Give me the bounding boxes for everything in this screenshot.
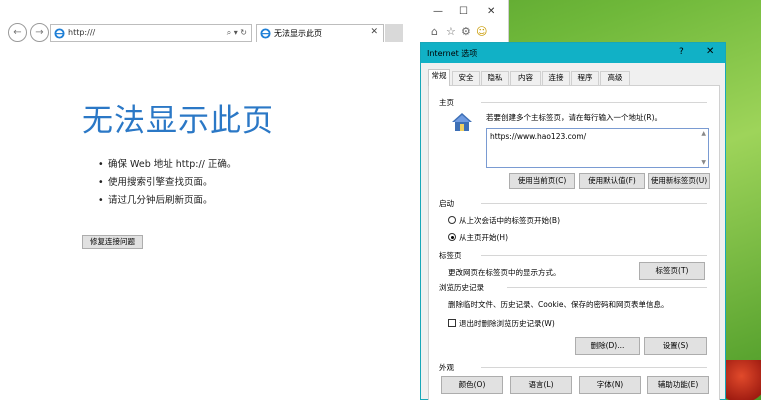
- tab-general[interactable]: 常规: [428, 69, 450, 86]
- tab-security[interactable]: 安全: [452, 71, 480, 85]
- forward-button[interactable]: →: [30, 23, 49, 42]
- address-url[interactable]: http:///: [68, 28, 95, 37]
- home-section-label: 主页: [439, 98, 454, 107]
- tabs-section-label: 标签页: [439, 251, 462, 260]
- gear-icon[interactable]: ⚙: [461, 25, 471, 38]
- delete-on-exit-label[interactable]: 退出时删除浏览历史记录(W): [459, 318, 555, 329]
- use-new-tab-button[interactable]: 使用新标签页(U): [648, 173, 710, 189]
- delete-on-exit-checkbox[interactable]: [448, 319, 456, 327]
- forward-arrow-icon: →: [35, 27, 44, 38]
- address-bar[interactable]: http:/// ⌕ ▾ ↻: [50, 24, 252, 42]
- fonts-button[interactable]: 字体(N): [579, 376, 641, 394]
- tab-programs[interactable]: 程序: [571, 71, 599, 85]
- divider: [481, 102, 707, 103]
- history-description: 删除临时文件、历史记录、Cookie、保存的密码和网页表单信息。: [448, 300, 669, 309]
- languages-button[interactable]: 语言(L): [510, 376, 572, 394]
- close-button[interactable]: ✕: [487, 6, 495, 17]
- tab-privacy[interactable]: 隐私: [481, 71, 509, 85]
- radio-last-session[interactable]: [448, 216, 456, 224]
- fix-connection-button[interactable]: 修复连接问题: [82, 235, 143, 249]
- maximize-button[interactable]: ☐: [459, 6, 468, 17]
- dialog-title: Internet 选项: [427, 49, 478, 58]
- divider: [481, 367, 707, 368]
- scroll-down-icon[interactable]: ▼: [701, 159, 706, 166]
- smiley-feedback-icon[interactable]: ☺: [476, 25, 487, 38]
- error-suggestions: 确保 Web 地址 http:// 正确。 使用搜索引擎查找页面。 请过几分钟后…: [98, 158, 236, 212]
- home-instruction: 若要创建多个主标签页，请在每行输入一个地址(R)。: [486, 113, 663, 122]
- tab-connections[interactable]: 连接: [542, 71, 570, 85]
- home-page-value[interactable]: https://www.hao123.com/: [490, 132, 586, 141]
- home-icon[interactable]: ⌂: [431, 25, 438, 38]
- minimize-button[interactable]: —: [433, 6, 443, 17]
- search-refresh-icons[interactable]: ⌕ ▾ ↻: [227, 28, 247, 38]
- divider: [481, 203, 707, 204]
- back-button[interactable]: ←: [8, 23, 27, 42]
- browser-titlebar: — ☐ ✕: [0, 0, 509, 20]
- internet-options-dialog: Internet 选项 ? ✕ 常规 安全 隐私 内容 连接 程序 高级 主页 …: [420, 42, 726, 400]
- tab-close-icon[interactable]: ✕: [370, 27, 378, 37]
- tab-advanced[interactable]: 高级: [600, 71, 630, 85]
- dialog-titlebar: Internet 选项 ? ✕: [421, 43, 725, 63]
- house-icon: [452, 113, 472, 131]
- scroll-up-icon[interactable]: ▲: [701, 130, 706, 137]
- tab-label: 无法显示此页: [274, 29, 322, 38]
- help-button[interactable]: ?: [679, 47, 684, 57]
- use-current-button[interactable]: 使用当前页(C): [509, 173, 575, 189]
- divider: [481, 255, 707, 256]
- page-title: 无法显示此页: [82, 103, 274, 139]
- ie-logo-icon: [260, 28, 271, 39]
- back-arrow-icon: ←: [13, 27, 22, 38]
- use-default-button[interactable]: 使用默认值(F): [579, 173, 645, 189]
- tab-current[interactable]: 无法显示此页 ✕: [256, 24, 384, 42]
- divider: [507, 287, 707, 288]
- tab-content[interactable]: 内容: [510, 71, 541, 85]
- history-settings-button[interactable]: 设置(S): [644, 337, 707, 355]
- colors-button[interactable]: 颜色(O): [441, 376, 503, 394]
- tabs-settings-button[interactable]: 标签页(T): [639, 262, 705, 280]
- favorites-star-icon[interactable]: ☆: [446, 25, 456, 38]
- radio-homepage-label[interactable]: 从主页开始(H): [459, 232, 508, 243]
- general-tab-panel: 主页 若要创建多个主标签页，请在每行输入一个地址(R)。 https://www…: [428, 85, 720, 400]
- delete-history-button[interactable]: 删除(D)...: [575, 337, 640, 355]
- list-item: 确保 Web 地址 http:// 正确。: [98, 158, 236, 176]
- new-tab-button[interactable]: [385, 24, 403, 42]
- ie-logo-icon: [54, 28, 65, 39]
- startup-section-label: 启动: [439, 199, 454, 208]
- tabs-description: 更改网页在标签页中的显示方式。: [448, 268, 561, 277]
- appearance-section-label: 外观: [439, 363, 454, 372]
- list-item: 使用搜索引擎查找页面。: [98, 176, 236, 194]
- dialog-close-button[interactable]: ✕: [706, 46, 714, 57]
- accessibility-button[interactable]: 辅助功能(E): [647, 376, 709, 394]
- history-section-label: 浏览历史记录: [439, 283, 484, 292]
- radio-homepage[interactable]: [448, 233, 456, 241]
- radio-last-session-label[interactable]: 从上次会话中的标签页开始(B): [459, 215, 560, 226]
- list-item: 请过几分钟后刷新页面。: [98, 194, 236, 212]
- home-page-textarea[interactable]: https://www.hao123.com/ ▲ ▼: [486, 128, 709, 168]
